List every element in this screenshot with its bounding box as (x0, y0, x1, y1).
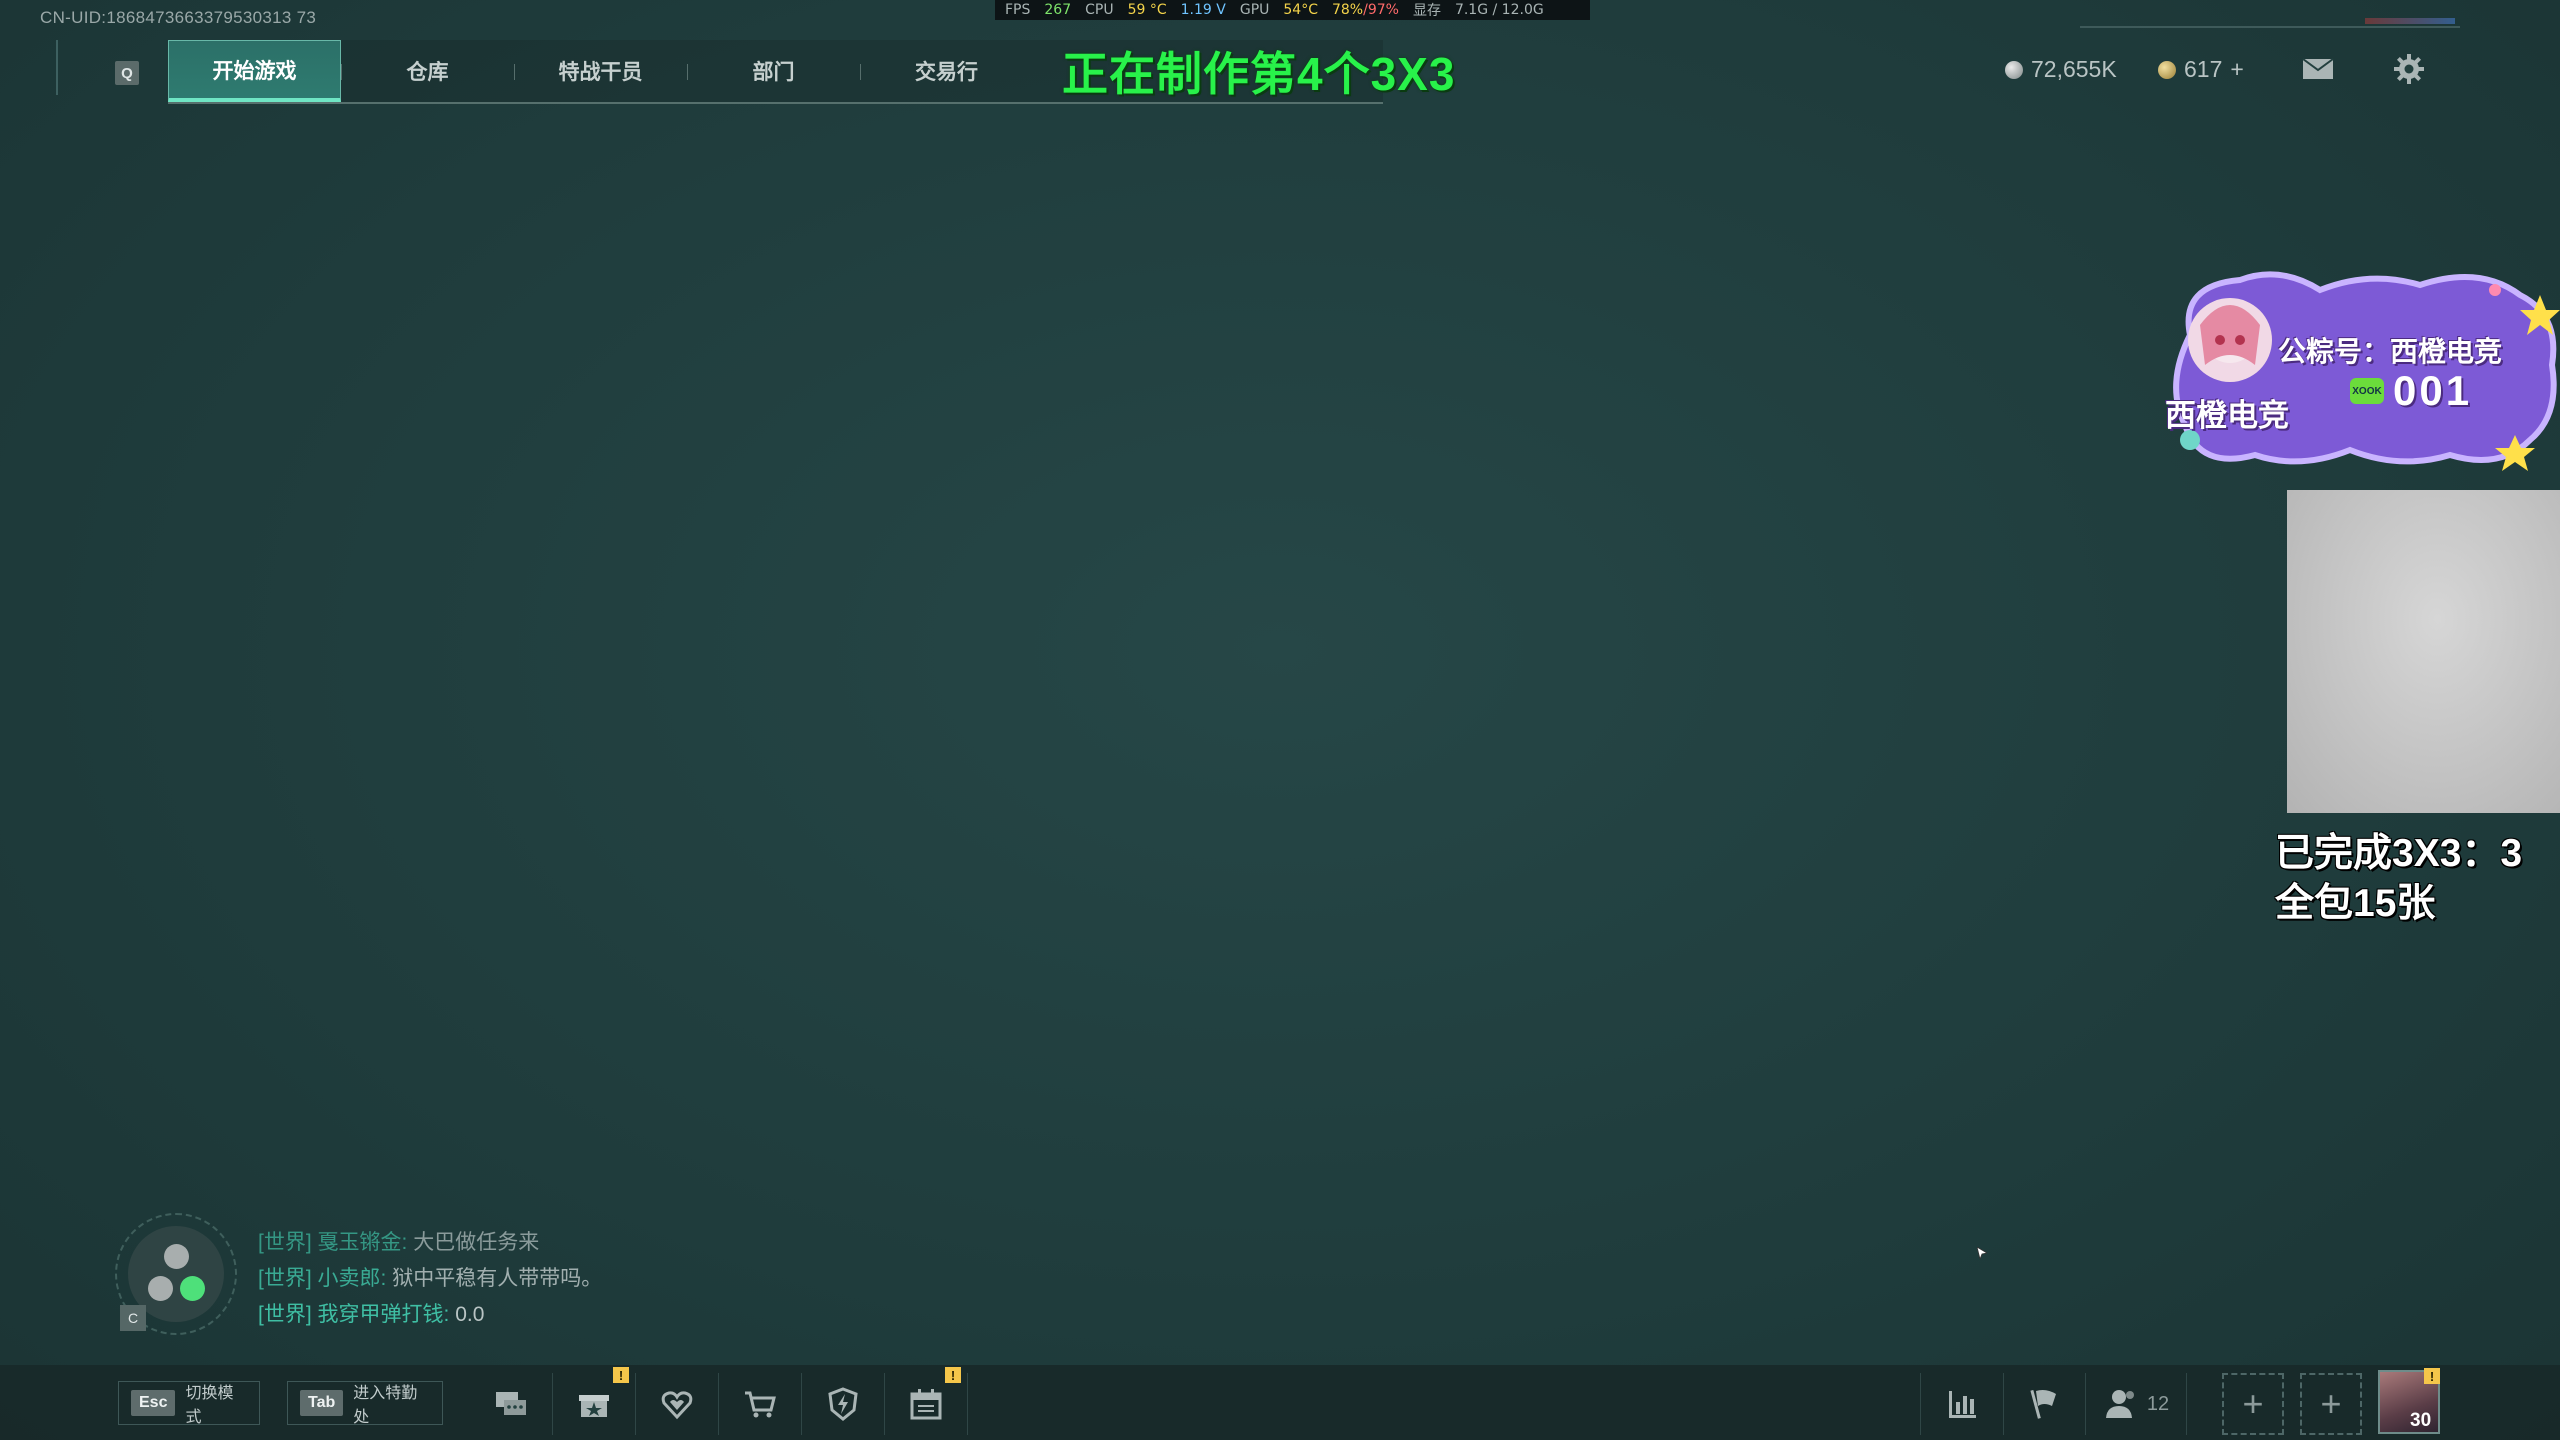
tab-start-game[interactable]: 开始游戏 (168, 40, 341, 102)
chat-message: [世界] 小卖郎: 狱中平稳有人带带吗。 (258, 1262, 602, 1292)
silver-currency[interactable]: 72,655K (2005, 56, 2117, 83)
calendar-alert-badge: ! (945, 1367, 961, 1383)
switch-mode-label: 切换模式 (185, 1385, 234, 1426)
friends-icon (2105, 1390, 2134, 1418)
streamer-badge-frame (2173, 271, 2560, 471)
gold-currency[interactable]: 617 + (2158, 56, 2244, 83)
tab-warehouse[interactable]: 仓库 (341, 40, 514, 102)
progress-full-bag: 全包15张 (2275, 882, 2436, 925)
player-uid: CN-UID:1868473663379530313 73 (40, 8, 317, 27)
chat-bubbles-icon (496, 1392, 526, 1415)
chat-channel: [世界] (258, 1231, 312, 1254)
chat-text: 狱中平稳有人带带吗。 (392, 1267, 603, 1290)
player-level: 30 (2410, 1410, 2432, 1431)
tab-keycap: Tab (300, 1390, 344, 1416)
squad-slot-1[interactable]: + (2222, 1373, 2284, 1435)
enter-special-ops-label: 进入特勤处 (353, 1385, 418, 1426)
chat-channel: [世界] (258, 1303, 312, 1326)
flag-icon (2030, 1389, 2056, 1419)
gpu-load: 78% (1331, 2, 1364, 18)
gold-coin-icon (2158, 60, 2176, 79)
badge-tag-icon: XOOK (2350, 378, 2384, 404)
chat-sender[interactable]: 戛玉锵金: (318, 1231, 408, 1254)
badge-number: 001 (2393, 367, 2473, 414)
enter-special-ops-button[interactable]: Tab 进入特勤处 (287, 1381, 443, 1426)
shopping-cart-icon (745, 1391, 776, 1418)
vram-label: 显存 (1412, 3, 1441, 19)
webcam-overlay (2287, 490, 2560, 813)
c-key-hint: C (120, 1305, 146, 1331)
calendar-button[interactable]: ! (885, 1367, 968, 1435)
friends-button[interactable]: 12 (2086, 1373, 2187, 1435)
mail-icon[interactable] (2302, 58, 2334, 80)
gpu-load-peak: /97% (1363, 2, 1399, 18)
cpu-volt: 1.19 V (1180, 2, 1226, 18)
gift-button[interactable]: ! (553, 1367, 636, 1435)
chat-sender[interactable]: 我穿甲弹打钱: (318, 1303, 450, 1326)
fps-value: 267 (1044, 2, 1072, 18)
voice-dot (164, 1244, 189, 1269)
shield-bolt-icon (828, 1387, 858, 1421)
gpu-temp: 54°C (1283, 2, 1318, 18)
top-right-divider (2080, 26, 2460, 28)
rewards-button[interactable] (636, 1373, 719, 1435)
gear-icon[interactable] (2393, 53, 2425, 85)
gift-box-icon (579, 1395, 609, 1417)
bar-chart-icon (1949, 1391, 1976, 1418)
cpu-label: CPU (1085, 2, 1114, 18)
left-decoration (56, 40, 70, 95)
tab-operators[interactable]: 特战干员 (514, 40, 687, 102)
gift-alert-badge: ! (613, 1367, 629, 1383)
esc-keycap: Esc (131, 1390, 176, 1416)
chat-text: 大巴做任务来 (413, 1231, 540, 1254)
friends-count: 12 (2146, 1392, 2170, 1415)
heart-emblem-icon (661, 1391, 693, 1420)
squad-slot-2[interactable]: + (2300, 1373, 2362, 1435)
battle-pass-button[interactable] (802, 1373, 885, 1435)
chat-sender[interactable]: 小卖郎: (318, 1267, 387, 1290)
gold-add-button[interactable]: + (2230, 56, 2243, 83)
tab-department[interactable]: 部门 (687, 40, 860, 102)
chat-message: [世界] 我穿甲弹打钱: 0.0 (258, 1298, 484, 1328)
chat-bubbles-button[interactable] (470, 1373, 553, 1435)
fps-label: FPS (1005, 2, 1031, 18)
chat-channel: [世界] (258, 1267, 312, 1290)
vram-value: 7.1G / 12.0G (1454, 2, 1544, 18)
stats-button[interactable] (1920, 1373, 2004, 1435)
badge-name: 西橙电竞 (2165, 398, 2289, 433)
calendar-icon (910, 1389, 942, 1420)
tab-trade[interactable]: 交易行 (860, 40, 1033, 102)
q-key-hint[interactable]: Q (115, 61, 139, 85)
top-right-indicator (2365, 18, 2455, 24)
silver-amount: 72,655K (2031, 56, 2117, 82)
shop-button[interactable] (719, 1373, 802, 1435)
switch-mode-button[interactable]: Esc 切换模式 (118, 1381, 260, 1426)
stream-banner: 正在制作第4个3X3 (1062, 48, 1456, 100)
progress-completed: 已完成3X3：3 (2275, 832, 2523, 875)
silver-coin-icon (2005, 60, 2023, 79)
badge-handle: 公粽号：西橙电竞 (2278, 336, 2503, 367)
chat-message: [世界] 戛玉锵金: 大巴做任务来 (258, 1226, 539, 1256)
achievements-button[interactable] (2003, 1373, 2086, 1435)
avatar-alert-badge: ! (2424, 1368, 2440, 1384)
mouse-cursor-icon (1977, 1247, 1987, 1259)
gpu-label: GPU (1239, 2, 1270, 18)
voice-dot-active (180, 1276, 205, 1301)
performance-overlay: FPS 267 CPU 59 °C 1.19 V GPU 54°C 78%/97… (995, 0, 1590, 20)
cpu-temp: 59 °C (1127, 2, 1167, 18)
chat-text: 0.0 (455, 1303, 485, 1326)
voice-dot (148, 1276, 173, 1301)
gold-amount: 617 (2184, 56, 2223, 82)
